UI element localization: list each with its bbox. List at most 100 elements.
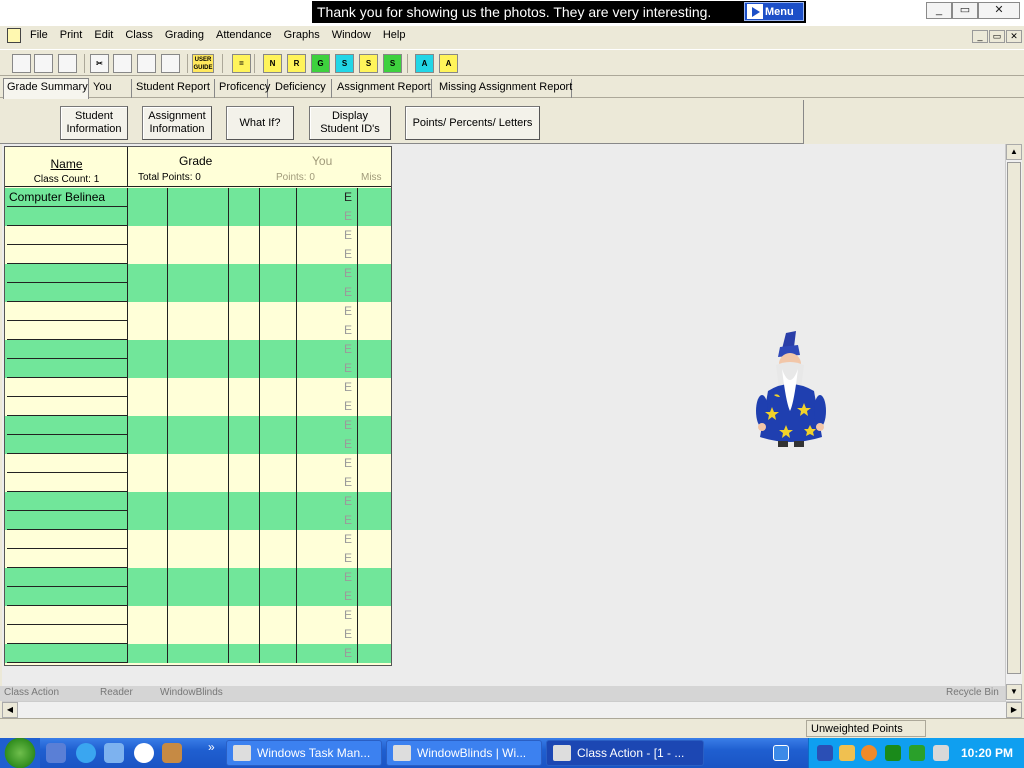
usb-icon[interactable] <box>933 745 949 761</box>
scroll-left-icon[interactable]: ◀ <box>2 702 18 718</box>
child-close-button[interactable]: ✕ <box>1006 30 1022 43</box>
display-student-ids-button[interactable]: Display Student ID's <box>309 106 391 140</box>
save-icon[interactable] <box>58 54 77 73</box>
student-name-cell[interactable] <box>7 454 127 473</box>
student-name-cell[interactable] <box>7 435 127 454</box>
student-name-cell[interactable] <box>7 416 127 435</box>
table-row[interactable]: E <box>5 511 391 530</box>
student-name-cell[interactable] <box>7 606 127 625</box>
tab-deficiency[interactable]: Deficiency <box>272 79 332 98</box>
menu-attendance[interactable]: Attendance <box>216 29 272 41</box>
cut-icon[interactable]: ✂ <box>90 54 109 73</box>
paste-icon[interactable] <box>137 54 156 73</box>
user-guide-icon[interactable]: USER GUIDE <box>192 54 214 73</box>
menu-edit[interactable]: Edit <box>94 29 113 41</box>
table-row[interactable]: E <box>5 378 391 397</box>
table-row[interactable]: E <box>5 644 391 663</box>
student-name-cell[interactable] <box>7 644 127 663</box>
menu-grading[interactable]: Grading <box>165 29 204 41</box>
menu-window[interactable]: Window <box>332 29 371 41</box>
network-icon[interactable] <box>839 745 855 761</box>
table-row[interactable]: E <box>5 492 391 511</box>
points-percents-letters-button[interactable]: Points/ Percents/ Letters <box>405 106 540 140</box>
security-icon[interactable] <box>861 745 877 761</box>
table-row[interactable]: Computer Belinea E <box>5 188 391 207</box>
messenger-icon[interactable] <box>104 743 124 763</box>
student-name-cell[interactable] <box>7 378 127 397</box>
banner-menu-button[interactable]: Menu <box>744 2 804 21</box>
keyboard-icon[interactable] <box>773 745 789 761</box>
sort-s3-icon[interactable]: S <box>383 54 402 73</box>
table-row[interactable]: E <box>5 473 391 492</box>
menu-graphs[interactable]: Graphs <box>284 29 320 41</box>
student-name-cell[interactable] <box>7 587 127 606</box>
new-file-icon[interactable] <box>12 54 31 73</box>
menu-help[interactable]: Help <box>383 29 406 41</box>
copy-icon[interactable] <box>113 54 132 73</box>
student-name-cell[interactable] <box>7 340 127 359</box>
start-button[interactable] <box>0 738 40 768</box>
table-row[interactable]: E <box>5 454 391 473</box>
clock[interactable]: 10:20 PM <box>961 746 1013 760</box>
table-row[interactable]: E <box>5 397 391 416</box>
student-name-cell[interactable] <box>7 568 127 587</box>
student-name-cell[interactable] <box>7 264 127 283</box>
table-row[interactable]: E <box>5 226 391 245</box>
student-name-cell[interactable] <box>7 321 127 340</box>
taskbar-windowblinds[interactable]: WindowBlinds | Wi... <box>386 740 542 766</box>
wizard-tray-icon[interactable] <box>817 745 833 761</box>
table-row[interactable]: E <box>5 283 391 302</box>
app-icon[interactable] <box>7 28 21 43</box>
add-a2-icon[interactable]: A <box>439 54 458 73</box>
student-name-cell[interactable] <box>7 530 127 549</box>
assignment-information-button[interactable]: Assignment Information <box>142 106 212 140</box>
table-row[interactable]: E <box>5 587 391 606</box>
student-name-cell[interactable] <box>7 359 127 378</box>
table-row[interactable]: E <box>5 568 391 587</box>
student-information-button[interactable]: Student Information <box>60 106 128 140</box>
table-row[interactable]: E <box>5 302 391 321</box>
internet-explorer-icon[interactable] <box>76 743 96 763</box>
restore-button[interactable]: ▭ <box>952 2 978 19</box>
child-minimize-button[interactable]: _ <box>972 30 988 43</box>
tab-assignment-report[interactable]: Assignment Report <box>334 79 432 98</box>
student-name-cell[interactable] <box>7 492 127 511</box>
student-name-cell[interactable] <box>7 302 127 321</box>
child-restore-button[interactable]: ▭ <box>989 30 1005 43</box>
student-name-cell[interactable] <box>7 207 127 226</box>
student-name-cell[interactable] <box>7 511 127 530</box>
tab-grade-summary[interactable]: Grade Summary <box>3 78 89 99</box>
student-name-cell[interactable] <box>7 549 127 568</box>
table-row[interactable]: E <box>5 340 391 359</box>
scroll-up-icon[interactable]: ▲ <box>1006 144 1022 160</box>
battery-icon[interactable] <box>909 745 925 761</box>
name-header-label[interactable]: Name <box>5 157 128 171</box>
sort-grade-icon[interactable]: G <box>311 54 330 73</box>
scroll-right-icon[interactable]: ▶ <box>1006 702 1022 718</box>
table-row[interactable]: E <box>5 207 391 226</box>
horizontal-scrollbar[interactable]: ◀ ▶ <box>2 701 1022 718</box>
table-row[interactable]: E <box>5 359 391 378</box>
minimize-button[interactable]: _ <box>926 2 952 19</box>
sort-s1-icon[interactable]: S <box>335 54 354 73</box>
student-name-cell[interactable] <box>7 397 127 416</box>
taskbar-class-action[interactable]: Class Action - [1 - ... <box>546 740 704 766</box>
media-player-icon[interactable] <box>134 743 154 763</box>
table-row[interactable]: E <box>5 416 391 435</box>
paint-icon[interactable] <box>162 743 182 763</box>
student-name-cell[interactable] <box>7 625 127 644</box>
open-folder-icon[interactable] <box>34 54 53 73</box>
taskbar-task-manager[interactable]: Windows Task Man... <box>226 740 382 766</box>
tab-proficency[interactable]: Proficency <box>216 79 270 98</box>
table-row[interactable]: E <box>5 435 391 454</box>
sort-report-icon[interactable]: R <box>287 54 306 73</box>
tab-you[interactable]: You <box>90 79 132 98</box>
table-row[interactable]: E <box>5 625 391 644</box>
vertical-scroll-thumb[interactable] <box>1007 162 1021 674</box>
quicklaunch-chevron[interactable]: » <box>208 740 215 754</box>
table-row[interactable]: E <box>5 245 391 264</box>
sort-name-icon[interactable]: N <box>263 54 282 73</box>
student-name-cell[interactable] <box>7 245 127 264</box>
table-row[interactable]: E <box>5 530 391 549</box>
menu-file[interactable]: File <box>30 29 48 41</box>
